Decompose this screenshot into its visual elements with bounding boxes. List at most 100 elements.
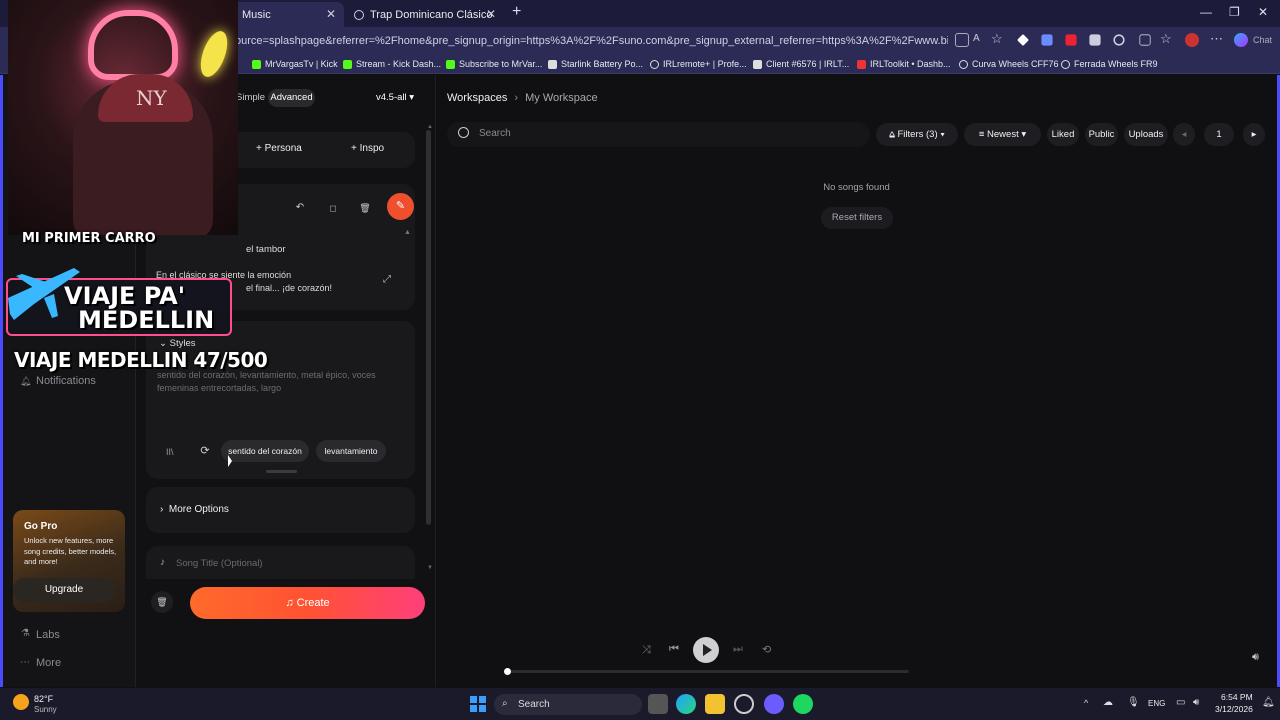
repeat-icon[interactable]: ⟲: [762, 643, 771, 656]
task-view-icon[interactable]: [648, 694, 668, 714]
volume-icon[interactable]: 🔊︎: [1193, 697, 1199, 708]
bookmark-item[interactable]: IRLremote+ | Profe...: [650, 59, 747, 69]
breadcrumb-workspaces[interactable]: Workspaces: [447, 92, 507, 104]
bookmark-item[interactable]: Stream - Kick Dash...: [343, 59, 441, 69]
undo-icon[interactable]: ↶: [290, 198, 310, 218]
search-bar[interactable]: Search: [447, 122, 870, 147]
bookmark-item[interactable]: Subscribe to MrVar...: [446, 59, 542, 69]
scroll-up-icon[interactable]: ▲: [427, 124, 433, 130]
bookmark-item[interactable]: IRLToolkit • Dashb...: [857, 59, 951, 69]
style-tag[interactable]: levantamiento: [316, 440, 386, 462]
magic-wand-icon[interactable]: ✎: [387, 193, 414, 220]
copilot-icon[interactable]: [1234, 33, 1248, 47]
extension-icon[interactable]: [1041, 34, 1053, 46]
mode-simple[interactable]: Simple: [236, 92, 265, 103]
public-filter[interactable]: Public: [1085, 123, 1118, 146]
bookmark-item[interactable]: MrVargasTv | Kick: [252, 59, 338, 69]
cloud-icon[interactable]: ☁: [1103, 697, 1113, 708]
copy-icon[interactable]: ◻: [323, 198, 343, 218]
clock-time[interactable]: 6:54 PM: [1221, 692, 1253, 702]
sort-button[interactable]: ≡ Newest ▾: [964, 123, 1041, 146]
shuffle-styles-icon[interactable]: ⟳: [196, 442, 214, 460]
tab-trap-dominicano[interactable]: Trap Dominicano Clásico ✕: [344, 2, 504, 27]
extensions-puzzle-icon[interactable]: [1139, 34, 1151, 46]
next-icon[interactable]: ⏭︎: [733, 643, 743, 656]
favorites-icon[interactable]: ☆: [1160, 31, 1172, 47]
uploads-filter[interactable]: Uploads: [1124, 123, 1168, 146]
minimize-icon[interactable]: —: [1200, 5, 1212, 19]
reset-filters-button[interactable]: Reset filters: [821, 207, 893, 229]
mode-advanced[interactable]: Advanced: [268, 89, 315, 107]
style-tag[interactable]: sentido del corazón: [221, 440, 309, 462]
expand-icon[interactable]: ⤢: [383, 274, 397, 288]
filters-button[interactable]: ⩠ Filters (3) ▾: [876, 123, 958, 146]
collapse-icon[interactable]: ▲: [404, 229, 411, 236]
bookmark-item[interactable]: Starlink Battery Po...: [548, 59, 643, 69]
search-input[interactable]: Search: [479, 128, 511, 139]
language-indicator[interactable]: ENG: [1148, 699, 1165, 708]
clear-trash-icon[interactable]: 🗑︎: [151, 591, 173, 613]
more-options-card[interactable]: › More Options: [146, 487, 415, 533]
library-icon[interactable]: II\: [166, 447, 174, 457]
weather-cond[interactable]: Sunny: [34, 705, 57, 714]
network-icon[interactable]: ▭: [1176, 697, 1185, 708]
bookmark-item[interactable]: Client #6576 | IRLT...: [753, 59, 849, 69]
model-selector[interactable]: v4.5-all ▾: [376, 92, 414, 103]
shuffle-icon[interactable]: ⤨: [642, 644, 651, 657]
maximize-icon[interactable]: ❐: [1229, 5, 1240, 19]
clock-date[interactable]: 3/12/2026: [1215, 704, 1253, 714]
progress-knob[interactable]: [504, 668, 511, 675]
bookmark-item[interactable]: Ferrada Wheels FR9: [1061, 59, 1158, 69]
add-inspo-button[interactable]: + Inspo: [351, 143, 384, 154]
favorite-star-icon[interactable]: ☆: [991, 31, 1003, 47]
upgrade-button[interactable]: Upgrade: [13, 578, 115, 602]
discord-icon[interactable]: [764, 694, 784, 714]
sidebar-item-labs[interactable]: Labs: [36, 629, 60, 641]
tab-music[interactable]: Music ✕: [232, 2, 344, 27]
sidebar-item-more[interactable]: More: [36, 657, 61, 669]
progress-track[interactable]: [504, 668, 909, 675]
start-icon[interactable]: [470, 696, 486, 712]
panel-scrollbar[interactable]: [426, 130, 431, 525]
close-icon[interactable]: ✕: [486, 7, 496, 21]
close-icon[interactable]: ✕: [326, 7, 336, 21]
lyrics-line[interactable]: el tambor: [246, 244, 286, 255]
tray-overflow-icon[interactable]: ^: [1084, 698, 1088, 708]
taskbar-search[interactable]: ⌕ Search: [494, 694, 642, 715]
new-tab-button[interactable]: +: [512, 3, 521, 21]
bookmark-item[interactable]: Curva Wheels CFF76: [959, 59, 1059, 69]
page-icon: [548, 59, 557, 69]
notification-center-icon[interactable]: 🔔︎: [1262, 697, 1275, 708]
next-page-icon[interactable]: ▸: [1243, 123, 1265, 146]
edge-icon[interactable]: [676, 694, 696, 714]
song-title-input[interactable]: Song Title (Optional): [176, 558, 263, 569]
liked-filter[interactable]: Liked: [1047, 123, 1079, 146]
spotify-icon[interactable]: [793, 694, 813, 714]
split-screen-icon[interactable]: [955, 33, 969, 47]
extension-icon[interactable]: [1089, 34, 1101, 46]
previous-icon[interactable]: ⏮︎: [669, 643, 679, 656]
chat-label[interactable]: Chat: [1253, 35, 1272, 45]
app-icon[interactable]: [734, 694, 754, 714]
play-button[interactable]: [693, 637, 719, 663]
volume-icon[interactable]: 🔊︎: [1252, 651, 1259, 664]
read-aloud-icon[interactable]: A: [973, 33, 980, 44]
prev-page-icon[interactable]: ◂: [1173, 123, 1195, 146]
sidebar-item-notifications[interactable]: Notifications: [36, 375, 96, 387]
mic-icon[interactable]: 🎙︎: [1127, 697, 1140, 708]
trash-icon[interactable]: 🗑︎: [355, 198, 375, 218]
styles-textarea[interactable]: sentido del corazón, levantamiento, meta…: [157, 369, 387, 395]
weather-temp[interactable]: 82°F: [34, 694, 53, 704]
more-options-toggle[interactable]: › More Options: [160, 504, 229, 515]
scroll-handle[interactable]: [266, 470, 297, 473]
extension-icon[interactable]: [1065, 34, 1077, 46]
refresh-icon[interactable]: [1113, 34, 1125, 46]
scroll-down-icon[interactable]: ▼: [427, 565, 433, 571]
close-window-icon[interactable]: ✕: [1258, 5, 1268, 19]
file-explorer-icon[interactable]: [705, 694, 725, 714]
profile-avatar[interactable]: [1185, 33, 1199, 47]
add-persona-button[interactable]: + Persona: [256, 143, 302, 154]
create-button[interactable]: ♫ Create: [190, 587, 425, 619]
lyrics-line[interactable]: el final... ¡de corazón!: [246, 283, 332, 293]
more-menu-icon[interactable]: ⋯: [1210, 31, 1223, 47]
